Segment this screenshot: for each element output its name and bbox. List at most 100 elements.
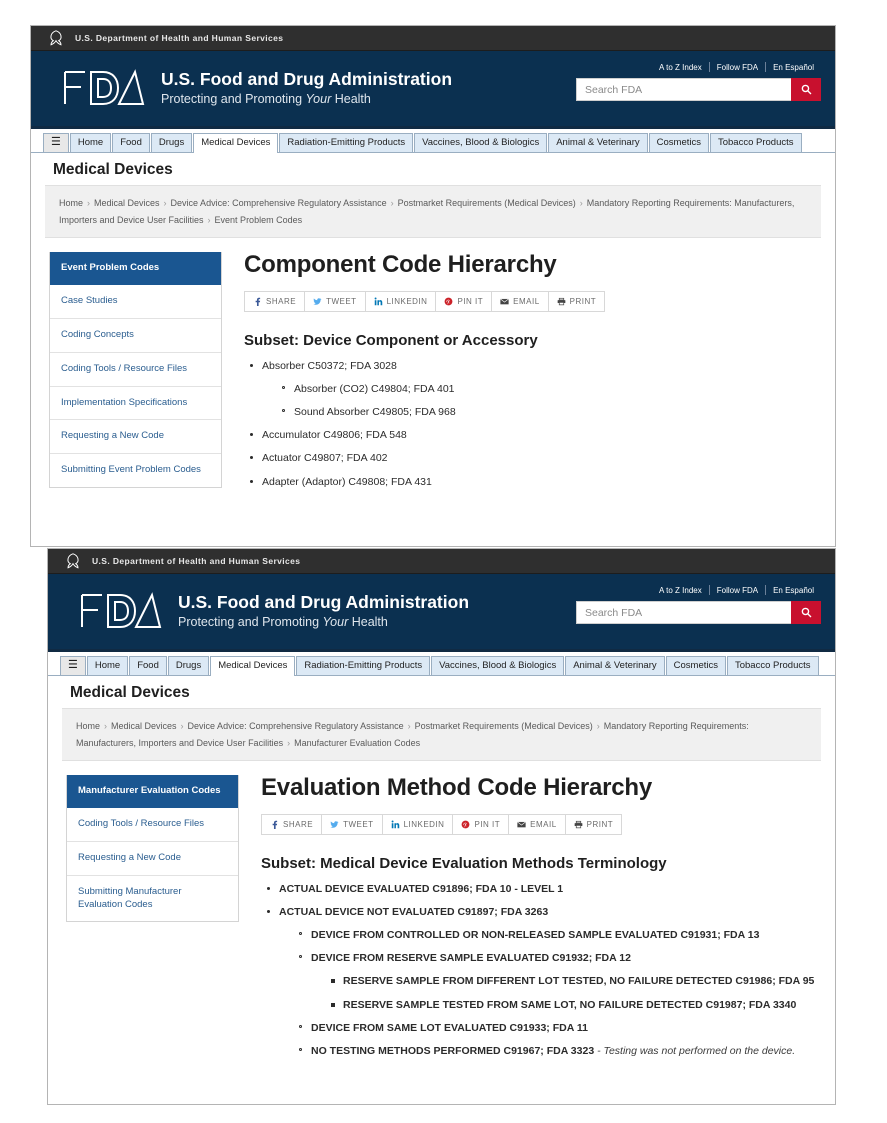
search-input[interactable] (576, 78, 791, 101)
nav-tab-food[interactable]: Food (129, 655, 167, 675)
share-button-label: SHARE (283, 819, 314, 829)
share-button-label: TWEET (326, 296, 357, 306)
tagline-prefix: Protecting and Promoting (178, 614, 323, 629)
sidebar-item-manufacturer-evaluation-codes[interactable]: Manufacturer Evaluation Codes (67, 775, 238, 809)
tagline-italic: Your (305, 91, 332, 106)
breadcrumb-item-home[interactable]: Home (76, 721, 100, 731)
nav-tab-drugs[interactable]: Drugs (167, 655, 210, 675)
list-item: DEVICE FROM SAME LOT EVALUATED C91933; F… (297, 1021, 821, 1035)
breadcrumb-item-home[interactable]: Home (59, 198, 83, 208)
breadcrumb-item-device-advice[interactable]: Device Advice: Comprehensive Regulatory … (171, 198, 387, 208)
twitter-icon (313, 297, 322, 305)
nav-tab-home[interactable]: Home (86, 655, 129, 675)
hamburger-menu-icon[interactable]: ☰ (60, 656, 86, 675)
share-button-pinterest[interactable]: PIN IT (436, 291, 493, 311)
tagline-prefix: Protecting and Promoting (161, 91, 306, 106)
hamburger-menu-icon[interactable]: ☰ (43, 133, 69, 152)
sidebar-item-coding-concepts[interactable]: Coding Concepts (50, 319, 221, 353)
breadcrumb-item-medical-devices[interactable]: Medical Devices (111, 721, 177, 731)
nav-tab-tobacco-products[interactable]: Tobacco Products (709, 132, 802, 152)
code-hierarchy-list: ACTUAL DEVICE EVALUATED C91896; FDA 10 -… (261, 882, 821, 1058)
sidebar-item-requesting-a-new-code[interactable]: Requesting a New Code (50, 420, 221, 455)
search-button[interactable] (791, 78, 821, 101)
share-button-label: LINKEDIN (386, 296, 428, 306)
nav-tab-cosmetics[interactable]: Cosmetics (665, 655, 726, 675)
share-button-facebook[interactable]: SHARE (245, 291, 306, 311)
util-link-follow-fda[interactable]: Follow FDA (710, 586, 765, 595)
nav-tab-cosmetics[interactable]: Cosmetics (648, 132, 709, 152)
breadcrumb-separator: › (180, 721, 184, 731)
list-item-text: RESERVE SAMPLE TESTED FROM SAME LOT, NO … (343, 998, 797, 1011)
list-item: DEVICE FROM CONTROLLED OR NON-RELEASED S… (297, 928, 821, 942)
sidebar-item-event-problem-codes[interactable]: Event Problem Codes (50, 252, 221, 286)
facebook-icon (255, 297, 261, 306)
hhs-banner: U.S. Department of Health and Human Serv… (31, 26, 835, 51)
agency-title: U.S. Food and Drug Administration (161, 68, 453, 89)
facebook-icon (272, 820, 278, 829)
sidebar-item-requesting-a-new-code[interactable]: Requesting a New Code (67, 842, 238, 876)
breadcrumb-separator: › (390, 198, 394, 208)
sidebar-item-coding-tools-resource-files[interactable]: Coding Tools / Resource Files (50, 353, 221, 387)
share-button-linkedin[interactable]: LINKEDIN (382, 814, 454, 834)
breadcrumb-item-current[interactable]: Event Problem Codes (215, 215, 303, 225)
fda-page-screenshot-component-codes: U.S. Department of Health and Human Serv… (30, 25, 836, 547)
nav-tab-home[interactable]: Home (69, 132, 112, 152)
breadcrumb-item-device-advice[interactable]: Device Advice: Comprehensive Regulatory … (188, 721, 404, 731)
fda-header: U.S. Food and Drug Administration Protec… (31, 51, 835, 129)
util-link-a-to-z[interactable]: A to Z Index (652, 586, 709, 595)
share-button-twitter[interactable]: TWEET (322, 814, 383, 834)
nav-tab-vaccines-blood-biologics[interactable]: Vaccines, Blood & Biologics (431, 655, 565, 675)
share-button-pinterest[interactable]: PIN IT (453, 814, 510, 834)
sidebar-item-submitting-manufacturer-evaluation-codes[interactable]: Submitting Manufacturer Evaluation Codes (67, 876, 238, 922)
share-button-facebook[interactable]: SHARE (262, 814, 323, 834)
fda-brand[interactable]: U.S. Food and Drug Administration Protec… (61, 66, 452, 110)
share-bar: SHARE TWEET LINKEDIN PIN IT EMAIL PRINT (244, 290, 606, 312)
list-item-text: DEVICE FROM CONTROLLED OR NON-RELEASED S… (311, 929, 760, 942)
list-item: ACTUAL DEVICE NOT EVALUATED C91897; FDA … (265, 905, 821, 919)
share-button-label: PRINT (586, 819, 614, 829)
nav-tab-animal-veterinary[interactable]: Animal & Veterinary (548, 132, 648, 152)
sidebar-item-submitting-event-problem-codes[interactable]: Submitting Event Problem Codes (50, 454, 221, 487)
share-button-linkedin[interactable]: LINKEDIN (365, 291, 437, 311)
fda-logo-icon (64, 69, 145, 105)
share-button-email[interactable]: EMAIL (492, 291, 549, 311)
search-button[interactable] (791, 601, 821, 624)
sidebar-item-case-studies[interactable]: Case Studies (50, 285, 221, 319)
util-link-follow-fda[interactable]: Follow FDA (710, 63, 765, 72)
sidebar-item-implementation-specifications[interactable]: Implementation Specifications (50, 387, 221, 421)
breadcrumb-item-current[interactable]: Manufacturer Evaluation Codes (294, 738, 420, 748)
tagline-suffix: Health (331, 91, 371, 106)
nav-tab-vaccines-blood-biologics[interactable]: Vaccines, Blood & Biologics (414, 132, 548, 152)
nav-tab-medical-devices[interactable]: Medical Devices (210, 655, 296, 676)
breadcrumb-separator: › (104, 721, 108, 731)
util-link-a-to-z[interactable]: A to Z Index (652, 63, 709, 72)
sidebar-navigation: Event Problem Codes Case Studies Coding … (49, 252, 222, 488)
nav-tab-food[interactable]: Food (112, 132, 150, 152)
share-button-email[interactable]: EMAIL (509, 814, 566, 834)
search-input[interactable] (576, 601, 791, 624)
fda-brand[interactable]: U.S. Food and Drug Administration Protec… (78, 589, 469, 633)
nav-tab-tobacco-products[interactable]: Tobacco Products (726, 655, 819, 675)
search-bar (576, 601, 821, 624)
nav-tab-radiation-emitting-products[interactable]: Radiation-Emitting Products (279, 132, 414, 152)
share-button-label: LINKEDIN (403, 819, 445, 829)
breadcrumb-item-postmarket-requirements[interactable]: Postmarket Requirements (Medical Devices… (415, 721, 593, 731)
breadcrumb-separator: › (596, 721, 600, 731)
breadcrumb-item-postmarket-requirements[interactable]: Postmarket Requirements (Medical Devices… (398, 198, 576, 208)
list-item: NO TESTING METHODS PERFORMED C91967; FDA… (297, 1044, 821, 1058)
twitter-icon (330, 820, 339, 828)
util-link-en-espanol[interactable]: En Español (766, 63, 821, 72)
nav-tab-drugs[interactable]: Drugs (150, 132, 193, 152)
share-button-print[interactable]: PRINT (548, 291, 605, 311)
nav-tab-animal-veterinary[interactable]: Animal & Veterinary (565, 655, 665, 675)
breadcrumb-item-medical-devices[interactable]: Medical Devices (94, 198, 160, 208)
list-item-text: ACTUAL DEVICE EVALUATED C91896; FDA 10 -… (279, 882, 564, 895)
search-icon (801, 84, 811, 95)
util-link-en-espanol[interactable]: En Español (766, 586, 821, 595)
nav-tab-medical-devices[interactable]: Medical Devices (193, 132, 279, 153)
share-button-print[interactable]: PRINT (565, 814, 622, 834)
share-button-label: PIN IT (474, 819, 501, 829)
nav-tab-radiation-emitting-products[interactable]: Radiation-Emitting Products (296, 655, 431, 675)
sidebar-item-coding-tools-resource-files[interactable]: Coding Tools / Resource Files (67, 808, 238, 842)
share-button-twitter[interactable]: TWEET (305, 291, 366, 311)
